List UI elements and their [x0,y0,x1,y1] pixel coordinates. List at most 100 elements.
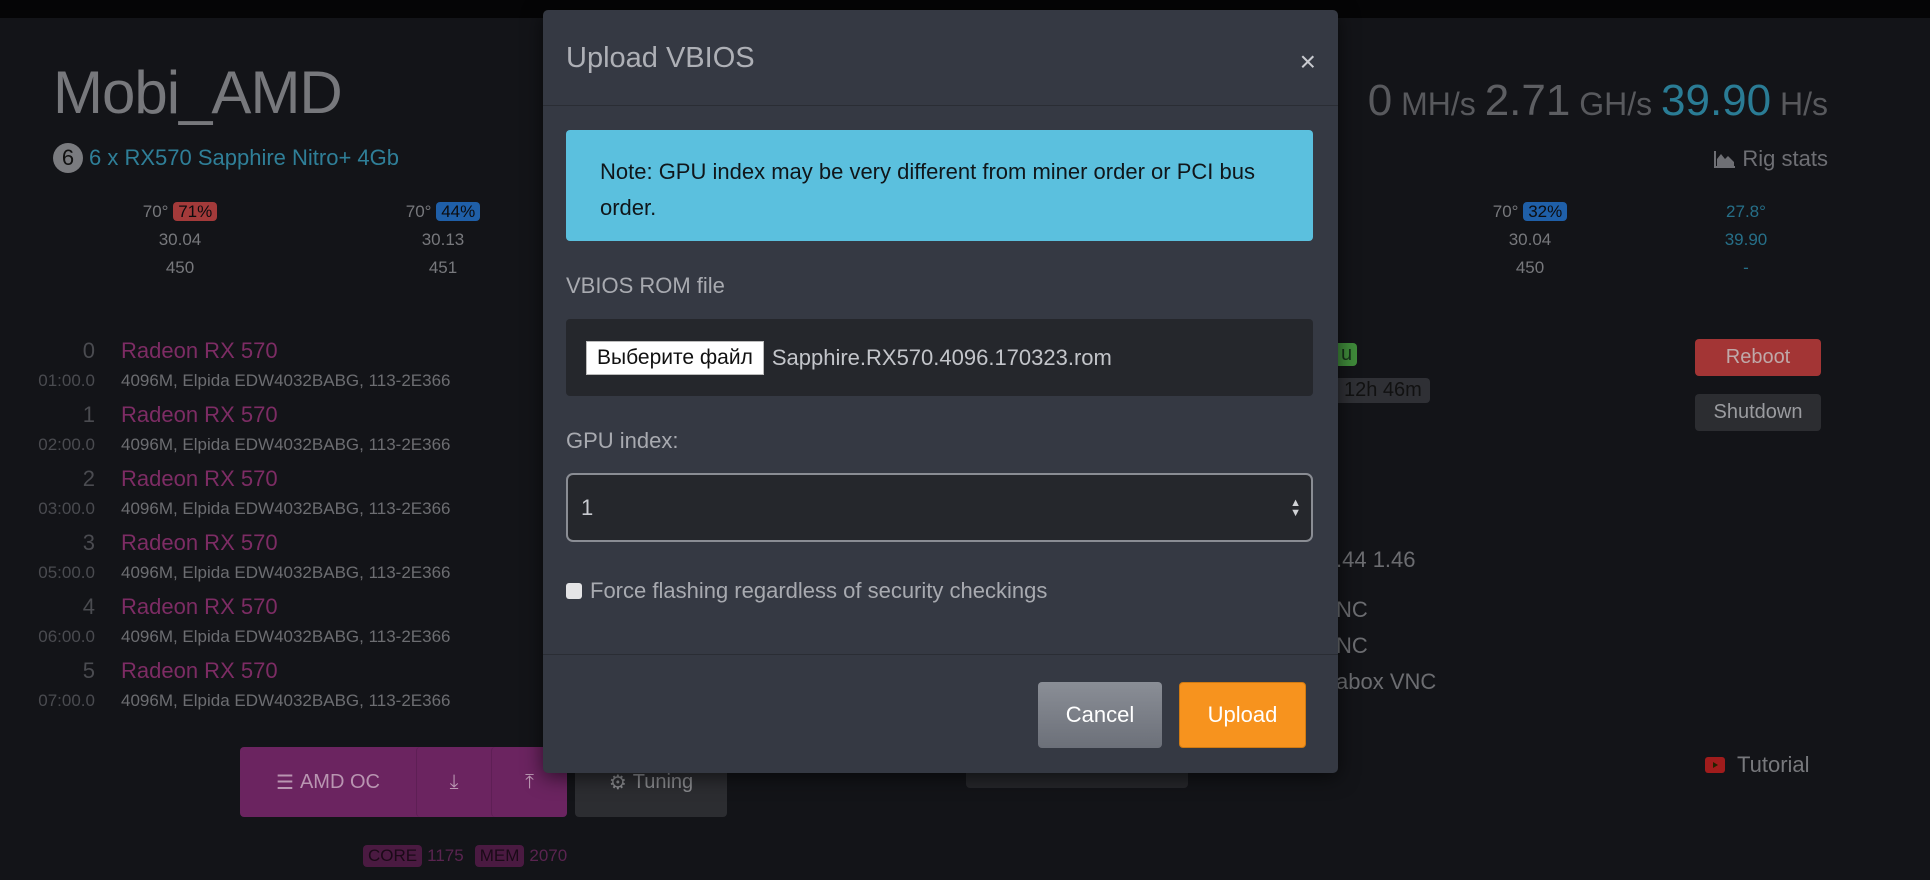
gpu-index: 0 [82,338,95,363]
vnc-link[interactable]: NC [1336,633,1368,659]
upload-vbios-modal: Upload VBIOS × Note: GPU index may be ve… [543,10,1338,773]
gpu-name[interactable]: Radeon RX 570 [121,658,278,684]
gpu-hashrate: 30.04 [1508,230,1552,249]
gpu-details: 4096M, Elpida EDW4032BABG, 113-2E366 [121,435,451,454]
gpu-index: 3 [82,530,95,555]
gpu-power: 450 [1515,258,1545,277]
gpu-details: 4096M, Elpida EDW4032BABG, 113-2E366 [121,499,451,518]
temperature: 70° [1492,202,1519,221]
gpu-name[interactable]: Radeon RX 570 [121,530,278,556]
tutorial-label: Tutorial [1737,752,1810,777]
force-flash-label: Force flashing regardless of security ch… [590,578,1048,603]
status-badge: u [1336,343,1358,366]
gpu-stat-column: 70° 44% 30.13 451 [363,198,523,282]
force-flash-checkbox[interactable] [566,583,582,599]
rig-description: 6 6 x RX570 Sapphire Nitro+ 4Gb [53,143,399,173]
cpu-stat-column: 27.8° 39.90 - [1666,198,1826,282]
gpu-detail-row: 06:00.0 4096M, Elpida EDW4032BABG, 113-2… [15,627,451,647]
gpu-bus-id: 01:00.0 [38,371,95,390]
gpu-bus-id: 06:00.0 [38,627,95,646]
shutdown-button[interactable]: Shutdown [1695,394,1821,431]
divider [543,105,1338,106]
download-icon: ⤓ [449,770,459,793]
amd-oc-label: AMD OC [299,770,380,793]
gpu-details: 4096M, Elpida EDW4032BABG, 113-2E366 [121,691,451,710]
vnc-link[interactable]: NC [1336,597,1368,623]
reboot-button[interactable]: Reboot [1695,339,1821,376]
hashrate-value: 2.71 [1484,76,1571,125]
gpu-bus-id: 07:00.0 [38,691,95,710]
fan-badge: 32% [1523,202,1568,221]
gpu-bus-id: 03:00.0 [38,499,95,518]
hashrate-value-partial: 0 [1367,76,1393,125]
cpu-power: - [1743,258,1749,277]
cancel-button[interactable]: Cancel [1038,682,1162,748]
gpu-detail-row: 07:00.0 4096M, Elpida EDW4032BABG, 113-2… [15,691,451,711]
cpu-hashrate: 39.90 [1724,230,1768,249]
gpu-stat-column: 70° 71% 30.04 450 [100,198,260,282]
download-button[interactable]: ⤓ [416,747,491,817]
gpu-detail-row: 01:00.0 4096M, Elpida EDW4032BABG, 113-2… [15,371,450,391]
file-input[interactable]: Выберите файл Sapphire.RX570.4096.170323… [566,319,1313,396]
amd-oc-button-group: ☰ AMD OC ⤓ ⤒ [240,747,567,817]
gpu-index: 1 [82,402,95,427]
gpu-index-label: GPU index: [566,428,679,453]
gpu-name[interactable]: Radeon RX 570 [121,466,278,492]
modal-title: Upload VBIOS [566,42,755,74]
temperature: 70° [405,202,432,221]
gpu-stat-column: 70° 32% 30.04 450 [1450,198,1610,282]
core-value: 1175 [427,846,464,865]
mem-value: 2070 [529,846,568,865]
rig-name: Mobi_AMD [53,59,343,126]
temperature: 27.8° [1726,202,1766,221]
upload-button[interactable]: Upload [1179,682,1306,748]
fan-badge: 44% [436,202,481,221]
gpu-hashrate: 30.13 [421,230,465,249]
gpu-row: 0 Radeon RX 570 [15,338,278,364]
rig-stats-link[interactable]: Rig stats [1714,146,1828,172]
hashrate-summary: 0 MH/s 2.71 GH/s 39.90 H/s [1368,76,1828,126]
gpu-row: 1 Radeon RX 570 [15,402,278,428]
area-chart-icon [1714,151,1736,168]
tuning-label: Tuning [632,770,694,793]
gpu-name[interactable]: Radeon RX 570 [121,338,278,364]
gpu-index: 2 [82,466,95,491]
close-icon[interactable]: × [1300,46,1316,78]
gpu-detail-row: 03:00.0 4096M, Elpida EDW4032BABG, 113-2… [15,499,451,519]
hashrate-unit: MH/s [1401,86,1476,122]
temperature: 70° [142,202,169,221]
rig-model[interactable]: 6 x RX570 Sapphire Nitro+ 4Gb [89,145,399,171]
sliders-icon: ☰ [276,771,294,794]
vnc-link[interactable]: abox VNC [1336,669,1436,695]
youtube-icon [1705,757,1725,773]
divider [543,654,1338,655]
choose-file-button[interactable]: Выберите файл [586,340,764,375]
gpu-hashrate: 30.04 [158,230,202,249]
gpu-detail-row: 02:00.0 4096M, Elpida EDW4032BABG, 113-2… [15,435,451,455]
file-name: Sapphire.RX570.4096.170323.rom [771,344,1112,370]
core-label: CORE [363,845,423,867]
gpu-row: 4 Radeon RX 570 [15,594,278,620]
upload-icon: ⤒ [525,770,534,793]
gpu-detail-row: 05:00.0 4096M, Elpida EDW4032BABG, 113-2… [15,563,450,583]
tutorial-link[interactable]: Tutorial [1705,752,1810,778]
updown-arrows-icon: ▲ ▼ [1290,496,1301,519]
hashrate-value: 39.90 [1661,76,1772,125]
fan-badge: 71% [173,202,218,221]
gpu-row: 5 Radeon RX 570 [15,658,278,684]
force-flash-option[interactable]: Force flashing regardless of security ch… [566,578,1047,604]
info-note: Note: GPU index may be very different fr… [566,130,1313,241]
gpu-bus-id: 05:00.0 [38,563,95,582]
gpu-row: 2 Radeon RX 570 [15,466,278,492]
amd-oc-button[interactable]: ☰ AMD OC [240,747,416,817]
gpu-power: 450 [165,258,195,277]
hashrate-unit: H/s [1780,86,1828,122]
gpu-name[interactable]: Radeon RX 570 [121,594,278,620]
gear-icon: ⚙ [608,771,627,794]
gpu-bus-id: 02:00.0 [38,435,95,454]
gpu-index-select[interactable]: 1 ▲ ▼ [566,473,1313,542]
gpu-name[interactable]: Radeon RX 570 [121,402,278,428]
gpu-index: 4 [82,594,95,619]
gpu-details: 4096M, Elpida EDW4032BABG, 113-2E366 [121,627,451,646]
load-average: .44 1.46 [1336,547,1416,572]
